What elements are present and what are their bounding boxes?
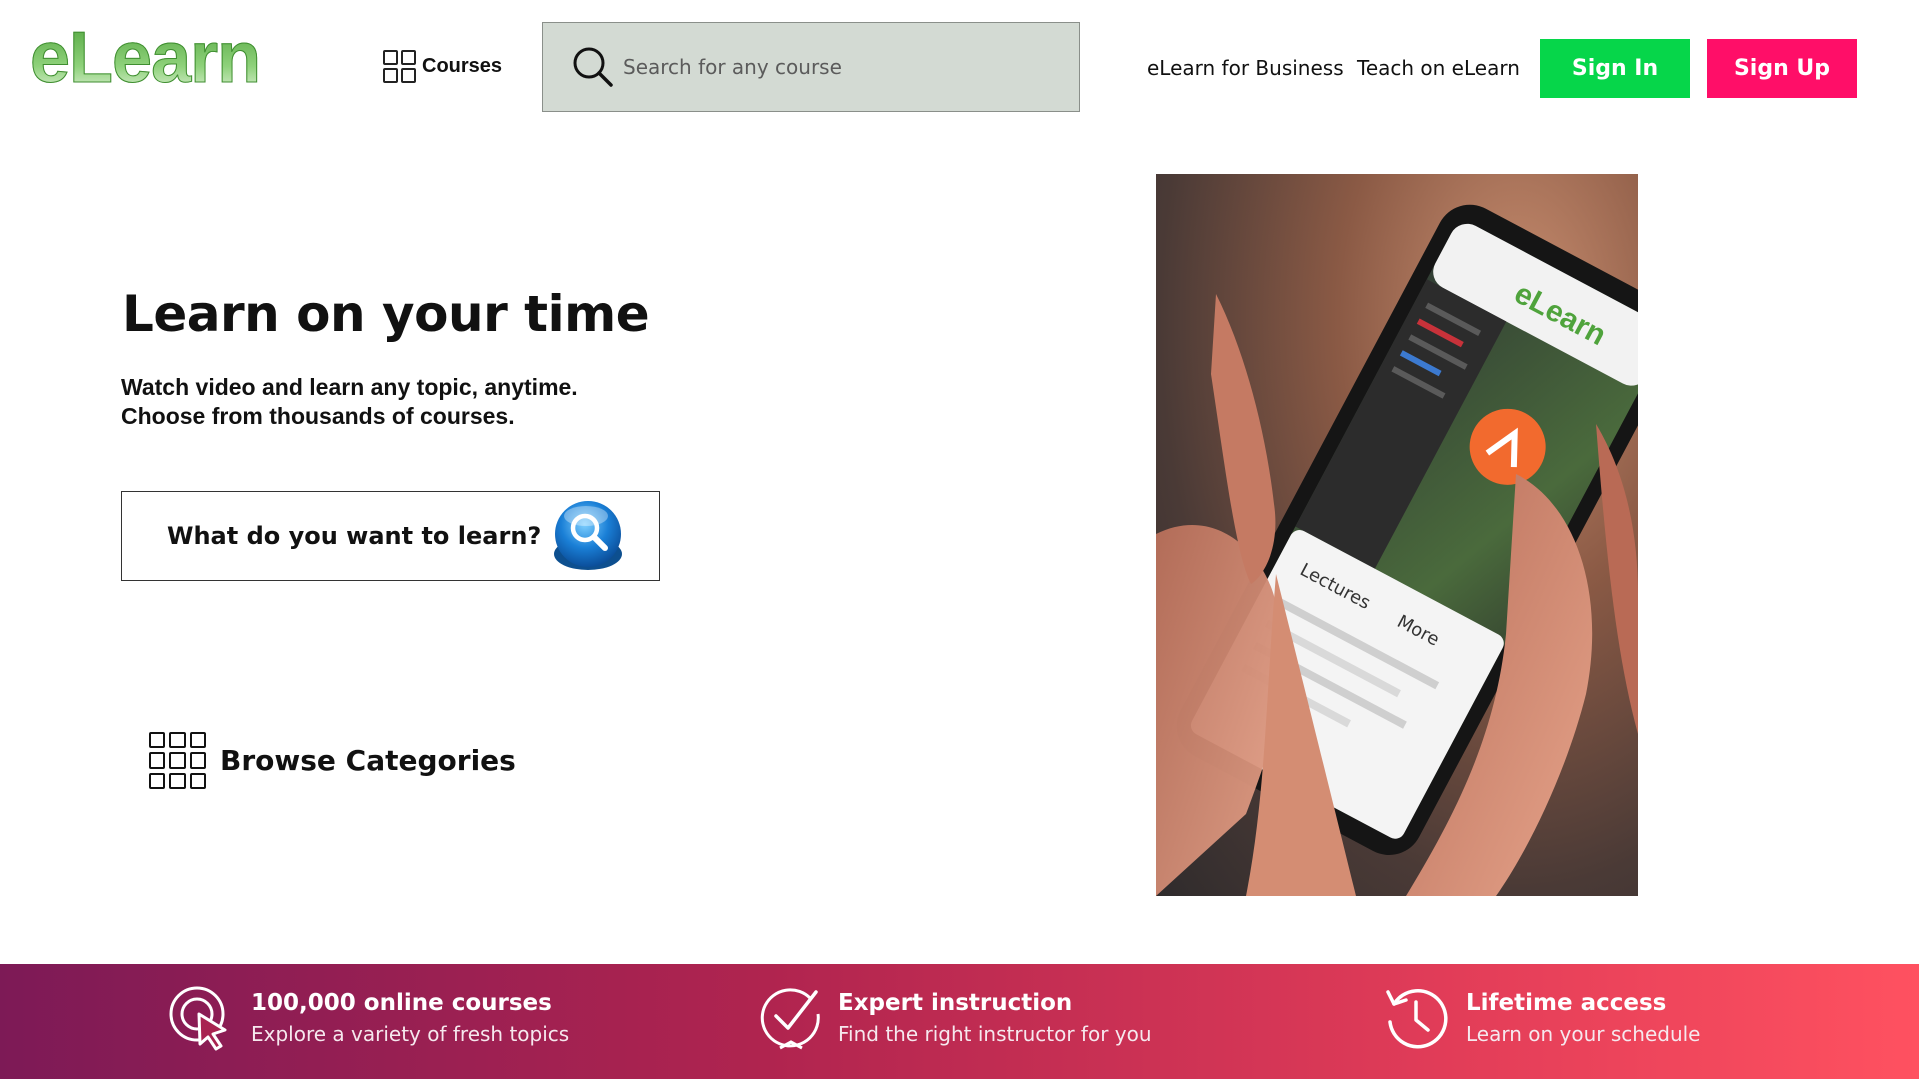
- search-orb-icon: [554, 501, 622, 570]
- feature-lifetime: Lifetime access Learn on your schedule: [1382, 984, 1700, 1052]
- learn-search-button[interactable]: What do you want to learn?: [121, 491, 660, 581]
- business-link[interactable]: eLearn for Business: [1147, 56, 1344, 80]
- browse-categories-label: Browse Categories: [220, 744, 516, 777]
- hero-title: Learn on your time: [122, 285, 650, 343]
- feature-courses-title: 100,000 online courses: [251, 990, 552, 1016]
- browse-categories-button[interactable]: Browse Categories: [149, 732, 516, 789]
- search-bar[interactable]: [542, 22, 1080, 112]
- feature-lifetime-subtitle: Learn on your schedule: [1466, 1022, 1701, 1046]
- learn-search-label: What do you want to learn?: [167, 522, 542, 550]
- feature-courses: 100,000 online courses Explore a variety…: [167, 984, 569, 1052]
- grid-icon: [149, 732, 206, 789]
- courses-label: Courses: [422, 55, 503, 77]
- sign-up-button[interactable]: Sign Up: [1707, 39, 1857, 98]
- grid-icon: [383, 50, 416, 83]
- hero-subtitle: Watch video and learn any topic, anytime…: [121, 373, 578, 431]
- clock-history-icon: [1386, 989, 1448, 1049]
- feature-courses-subtitle: Explore a variety of fresh topics: [251, 1022, 570, 1046]
- logo-text: eLearn: [29, 18, 261, 98]
- elearn-logo[interactable]: eLearn: [29, 22, 261, 102]
- hero-phone-image: eLearn Lectures More: [1156, 174, 1638, 896]
- teach-link[interactable]: Teach on eLearn: [1357, 56, 1520, 80]
- feature-instruction: Expert instruction Find the right instru…: [760, 984, 1152, 1052]
- checkmark-badge-icon: [760, 988, 820, 1050]
- features-band: 100,000 online courses Explore a variety…: [0, 964, 1919, 1079]
- feature-instruction-subtitle: Find the right instructor for you: [838, 1022, 1152, 1046]
- feature-instruction-title: Expert instruction: [838, 990, 1073, 1016]
- cursor-click-icon: [169, 986, 227, 1051]
- hero-subtitle-line1: Watch video and learn any topic, anytime…: [121, 374, 578, 400]
- search-icon: [573, 47, 613, 87]
- hero-subtitle-line2: Choose from thousands of courses.: [121, 403, 515, 429]
- search-input[interactable]: [623, 47, 1043, 87]
- sign-in-button[interactable]: Sign In: [1540, 39, 1690, 98]
- feature-lifetime-title: Lifetime access: [1466, 990, 1667, 1016]
- courses-menu-button[interactable]: Courses: [383, 50, 502, 83]
